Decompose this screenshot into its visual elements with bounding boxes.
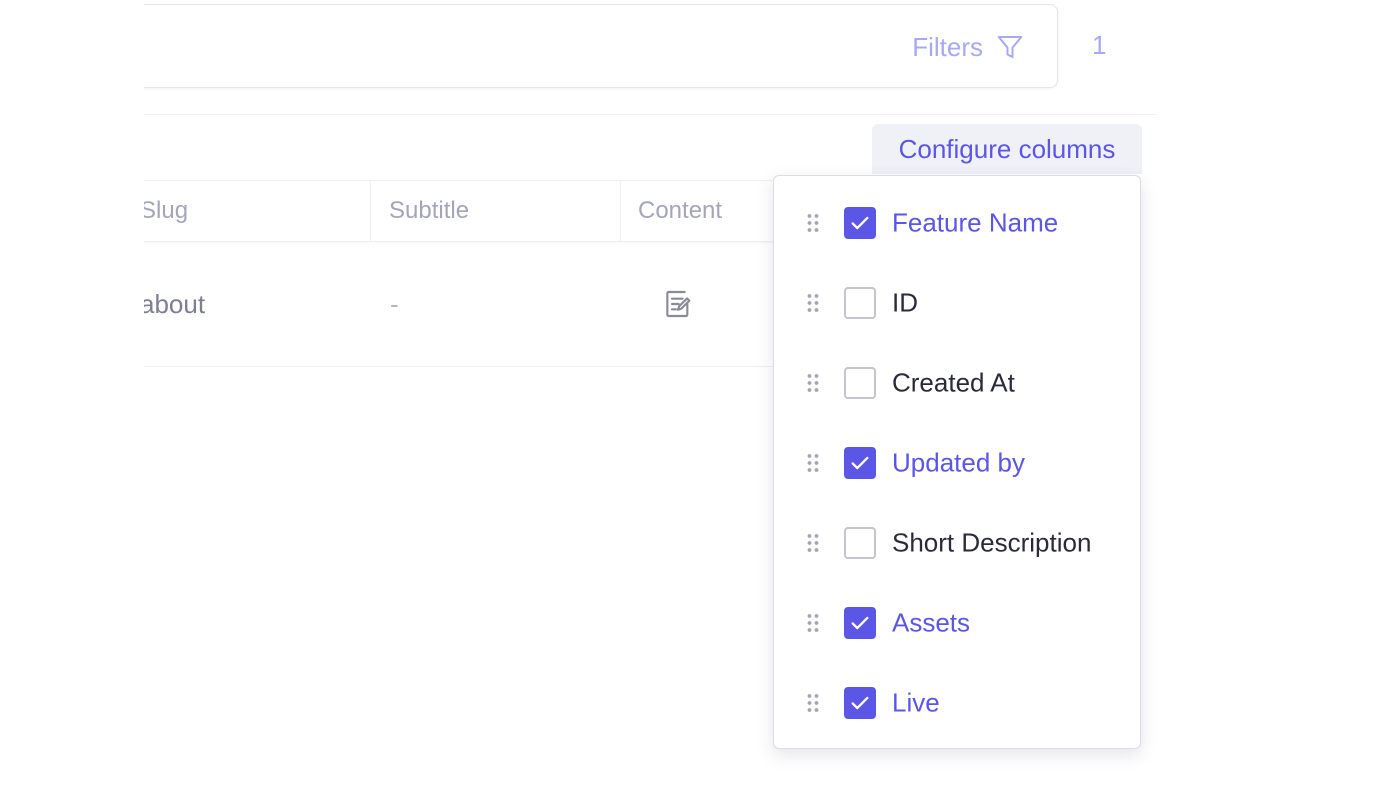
column-checkbox[interactable]	[844, 687, 876, 719]
column-checkbox[interactable]	[844, 367, 876, 399]
column-option-label: Updated by	[892, 447, 1025, 478]
crop-edge	[0, 0, 144, 812]
data-table: Slug Subtitle Content about -	[120, 180, 800, 367]
column-option-label: Assets	[892, 607, 971, 638]
column-option[interactable]: Created At	[774, 343, 1140, 423]
cell-subtitle: -	[390, 288, 399, 319]
page-count[interactable]: 1	[1092, 30, 1106, 61]
drag-handle-icon[interactable]	[806, 373, 820, 393]
divider	[120, 114, 1156, 115]
filter-icon	[997, 36, 1023, 58]
filters-label: Filters	[912, 31, 983, 62]
checkmark-icon	[851, 616, 869, 630]
column-option[interactable]: Feature Name	[774, 183, 1140, 263]
checkmark-icon	[851, 696, 869, 710]
column-option[interactable]: Updated by	[774, 423, 1140, 503]
drag-handle-icon[interactable]	[806, 293, 820, 313]
drag-handle-icon[interactable]	[806, 533, 820, 553]
column-option-label: Created At	[892, 367, 1015, 398]
column-checkbox[interactable]	[844, 207, 876, 239]
column-option-label: Live	[892, 687, 940, 718]
column-option[interactable]: Live	[774, 663, 1140, 743]
configure-columns-menu: Feature Name ID Created At Updated by Short …	[773, 175, 1141, 749]
column-option-label: Short Description	[892, 527, 1092, 558]
column-checkbox[interactable]	[844, 447, 876, 479]
cell-slug: about	[140, 288, 206, 319]
column-divider	[620, 181, 621, 241]
column-header-subtitle[interactable]: Subtitle	[389, 181, 469, 241]
column-option-label: ID	[892, 287, 918, 318]
drag-handle-icon[interactable]	[806, 693, 820, 713]
checkmark-icon	[851, 456, 869, 470]
filters-button[interactable]: Filters	[912, 5, 1025, 89]
column-checkbox[interactable]	[844, 527, 876, 559]
column-option[interactable]: ID	[774, 263, 1140, 343]
drag-handle-icon[interactable]	[806, 213, 820, 233]
drag-handle-icon[interactable]	[806, 453, 820, 473]
search-bar[interactable]: Filters	[120, 4, 1058, 88]
column-option[interactable]: Assets	[774, 583, 1140, 663]
column-divider	[370, 181, 371, 241]
column-header-slug[interactable]: Slug	[140, 181, 188, 241]
column-option-label: Feature Name	[892, 207, 1059, 238]
column-option[interactable]: Short Description	[774, 503, 1140, 583]
column-checkbox[interactable]	[844, 607, 876, 639]
checkmark-icon	[851, 216, 869, 230]
table-header: Slug Subtitle Content	[120, 180, 800, 242]
drag-handle-icon[interactable]	[806, 613, 820, 633]
edit-icon[interactable]	[662, 288, 694, 320]
column-header-content[interactable]: Content	[638, 181, 722, 241]
page: Filters 1 Slug Subtitle Content about -	[0, 0, 1380, 812]
configure-columns-button[interactable]: Configure columns	[872, 124, 1142, 174]
cell-content[interactable]	[662, 242, 694, 366]
table-row[interactable]: about -	[120, 242, 800, 367]
column-checkbox[interactable]	[844, 287, 876, 319]
